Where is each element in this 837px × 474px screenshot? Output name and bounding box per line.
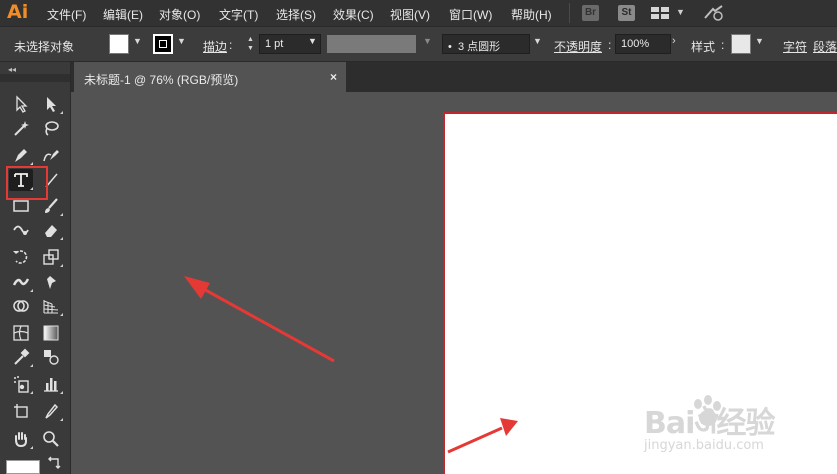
menu-object[interactable]: 对象(O)	[159, 6, 200, 23]
paintbrush-tool-icon[interactable]	[39, 195, 63, 217]
profile-dropdown-icon[interactable]: ▼	[423, 36, 432, 46]
gradient-tool-icon[interactable]	[39, 322, 63, 344]
fill-color-swatch[interactable]	[109, 34, 129, 54]
app-logo: Ai	[7, 1, 29, 23]
eyedropper-tool-icon[interactable]	[9, 346, 33, 368]
document-tab[interactable]: 未标题-1 @ 76% (RGB/预览) ×	[74, 62, 346, 92]
stroke-dropdown-icon[interactable]: ▼	[177, 36, 186, 46]
document-tab-bar: 未标题-1 @ 76% (RGB/预览) ×	[71, 62, 837, 92]
width-tool-icon[interactable]	[9, 271, 33, 293]
style-label: 样式	[691, 40, 716, 54]
opacity-colon: :	[608, 38, 612, 52]
graphic-style-swatch[interactable]	[731, 34, 751, 54]
tools-panel: ◂◂	[0, 62, 71, 474]
watermark-brand: Baiऄ经验	[644, 406, 775, 441]
close-tab-icon[interactable]: ×	[330, 70, 337, 84]
variable-width-profile[interactable]	[327, 35, 416, 53]
menu-select[interactable]: 选择(S)	[276, 6, 316, 23]
perspective-grid-tool-icon[interactable]	[39, 295, 63, 317]
selection-status: 未选择对象	[14, 40, 75, 54]
menu-edit[interactable]: 编辑(E)	[103, 6, 143, 23]
sync-settings-icon[interactable]	[703, 5, 725, 21]
opacity-field[interactable]: 100%	[615, 34, 671, 54]
brush-bullet: •	[448, 41, 452, 53]
watermark-url: jingyan.baidu.com	[644, 438, 764, 453]
slice-tool-icon[interactable]	[39, 400, 63, 422]
menu-separator	[569, 3, 570, 23]
stroke-color-swatch[interactable]	[153, 34, 173, 54]
brush-dropdown-icon[interactable]: ▼	[533, 36, 542, 46]
character-panel-link[interactable]: 字符	[783, 38, 807, 55]
symbol-sprayer-tool-icon[interactable]	[9, 373, 33, 395]
stroke-stepper-icon[interactable]: ▲ ▼	[247, 35, 254, 53]
paragraph-panel-link[interactable]: 段落	[813, 38, 837, 55]
mesh-tool-icon[interactable]	[9, 322, 33, 344]
stroke-label[interactable]: 描边	[203, 38, 227, 55]
zoom-tool-icon[interactable]	[39, 428, 63, 450]
shaper-tool-icon[interactable]	[9, 219, 33, 241]
menu-window[interactable]: 窗口(W)	[449, 6, 492, 23]
workspace-layout-icon[interactable]	[651, 7, 669, 19]
menu-view[interactable]: 视图(V)	[390, 6, 430, 23]
chevron-down-icon[interactable]: ▼	[676, 7, 685, 17]
brush-definition-label: 3 点圆形	[457, 41, 501, 53]
menu-type[interactable]: 文字(T)	[219, 6, 258, 23]
artboard-tool-icon[interactable]	[9, 400, 33, 422]
panel-grip[interactable]	[0, 74, 70, 82]
menu-help[interactable]: 帮助(H)	[511, 6, 552, 23]
brush-definition-field[interactable]: • 3 点圆形	[442, 34, 530, 54]
stroke-colon: :	[229, 38, 233, 52]
rectangle-tool-icon[interactable]	[9, 195, 33, 217]
document-tab-title: 未标题-1 @ 76% (RGB/预览)	[84, 73, 239, 87]
swap-fill-stroke-icon[interactable]	[45, 456, 63, 472]
blend-tool-icon[interactable]	[39, 346, 63, 368]
menu-file[interactable]: 文件(F)	[47, 6, 86, 23]
menu-bar: Ai 文件(F) 编辑(E) 对象(O) 文字(T) 选择(S) 效果(C) 视…	[0, 0, 837, 26]
baidu-jingyan-watermark: Baiऄ经验 jingyan.baidu.com	[636, 392, 836, 472]
eraser-tool-icon[interactable]	[39, 219, 63, 241]
menu-effect[interactable]: 效果(C)	[333, 6, 374, 23]
style-colon: :	[721, 38, 725, 52]
shape-builder-tool-icon[interactable]	[9, 295, 33, 317]
opacity-flyout-icon[interactable]: ›	[672, 35, 676, 47]
direct-selection-tool-icon[interactable]	[39, 93, 63, 115]
rotate-tool-icon[interactable]	[9, 246, 33, 268]
fill-dropdown-icon[interactable]: ▼	[133, 36, 142, 46]
selection-tool-icon[interactable]	[9, 93, 33, 115]
opacity-label[interactable]: 不透明度	[554, 38, 602, 55]
curvature-tool-icon[interactable]	[39, 144, 63, 166]
stock-button[interactable]: St	[618, 5, 635, 21]
magic-wand-tool-icon[interactable]	[9, 117, 33, 139]
hand-tool-icon[interactable]	[9, 428, 33, 450]
lasso-tool-icon[interactable]	[39, 117, 63, 139]
column-graph-tool-icon[interactable]	[39, 373, 63, 395]
stroke-weight-dropdown-icon[interactable]: ▼	[308, 36, 317, 46]
panel-collapse-icon[interactable]: ◂◂	[8, 65, 16, 74]
control-bar: 未选择对象 ▼ ▼ 描边 : ▲ ▼ 1 pt ▼ ▼ • 3 点圆形 ▼ 不透明…	[0, 26, 837, 62]
pen-tool-icon[interactable]	[9, 144, 33, 166]
free-transform-tool-icon[interactable]	[39, 271, 63, 293]
style-dropdown-icon[interactable]: ▼	[755, 36, 764, 46]
scale-tool-icon[interactable]	[39, 246, 63, 268]
fill-stroke-swatch[interactable]	[6, 460, 40, 474]
bridge-button[interactable]: Br	[582, 5, 599, 21]
